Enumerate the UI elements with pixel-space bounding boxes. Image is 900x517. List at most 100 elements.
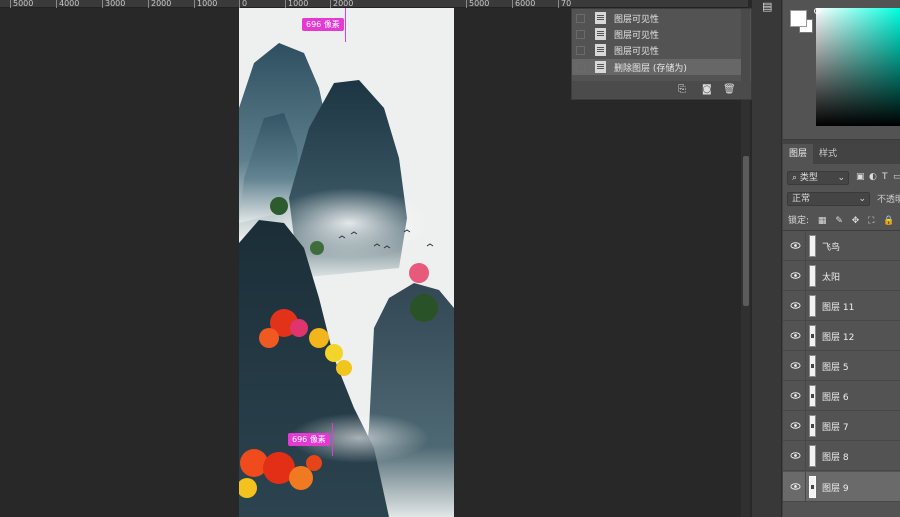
layer-row[interactable]: 图层 7 — [783, 411, 900, 441]
history-item-label: 图层可见性 — [614, 46, 660, 57]
tab-layers[interactable]: 图层 — [783, 144, 814, 164]
lock-transparent-pixels-icon[interactable]: ▦ — [818, 216, 827, 226]
layer-name: 图层 6 — [822, 393, 849, 403]
canvas-artwork[interactable] — [239, 8, 454, 517]
measure-guide-line — [345, 8, 346, 42]
ruler-tick: 5000 — [466, 0, 489, 8]
trash-icon[interactable]: 🗑 — [723, 84, 736, 95]
blend-mode-value: 正常 — [792, 194, 811, 204]
layer-separator — [805, 231, 806, 261]
chevron-down-icon: ⌄ — [837, 173, 845, 183]
ruler-tick: 2000 — [148, 0, 171, 8]
panel-icon[interactable]: ▤ — [762, 0, 772, 13]
layer-name: 图层 8 — [822, 453, 849, 463]
visibility-eye-icon[interactable] — [790, 450, 801, 461]
visibility-eye-icon[interactable] — [790, 270, 801, 281]
layer-thumbnail — [809, 235, 816, 257]
history-snapshot-checkbox[interactable] — [576, 13, 585, 23]
history-state-icon — [595, 12, 606, 24]
visibility-eye-icon[interactable] — [790, 300, 801, 311]
layer-thumbnail — [809, 325, 816, 347]
visibility-eye-icon[interactable] — [790, 240, 801, 251]
layer-thumbnail — [809, 265, 816, 287]
visibility-eye-icon[interactable] — [790, 390, 801, 401]
history-item-label: 删除图层 (存储为) — [614, 63, 687, 74]
layer-row-selected[interactable]: 图层 9 — [783, 472, 900, 502]
history-panel: 图层可见性 图层可见性 图层可见性 删除图层 (存储为) ⎘ ◙ 🗑 — [571, 8, 752, 100]
color-picker-cursor[interactable] — [814, 8, 820, 14]
layer-name: 图层 9 — [822, 484, 849, 494]
foreground-color-swatch[interactable] — [790, 10, 807, 27]
visibility-eye-icon[interactable] — [790, 420, 801, 431]
camera-icon[interactable]: ◙ — [702, 84, 712, 95]
layer-name: 飞鸟 — [822, 243, 841, 253]
history-state-icon — [595, 28, 606, 40]
history-item-selected[interactable]: 删除图层 (存储为) — [572, 59, 742, 75]
ruler-tick: 2000 — [330, 0, 353, 8]
visibility-eye-icon[interactable] — [790, 481, 801, 492]
history-snapshot-checkbox[interactable] — [576, 45, 585, 55]
history-footer: ⎘ ◙ 🗑 — [572, 81, 751, 99]
shape-filter-icon[interactable]: ▭ — [893, 172, 900, 182]
scrollbar-thumb[interactable] — [743, 156, 749, 306]
measure-label-bottom: 696 像素 — [288, 433, 330, 446]
layer-separator — [805, 291, 806, 321]
measure-label-top: 696 像素 — [302, 18, 344, 31]
history-snapshot-checkbox[interactable] — [576, 62, 585, 72]
layer-name: 图层 7 — [822, 423, 849, 433]
pixel-filter-icon[interactable]: ▣ — [856, 172, 865, 182]
lock-label: 锁定: — [788, 216, 810, 226]
layer-row[interactable]: 太阳 — [783, 261, 900, 291]
layer-separator — [805, 472, 806, 502]
layer-row[interactable]: 图层 6 — [783, 381, 900, 411]
blend-mode-select[interactable]: 正常 ⌄ — [787, 192, 870, 206]
lock-artboard-icon[interactable]: ⛶ — [868, 216, 874, 226]
search-icon: ⌕ — [792, 173, 798, 183]
layer-row[interactable]: 图层 8 — [783, 441, 900, 471]
history-snapshot-checkbox[interactable] — [576, 29, 585, 39]
layer-filter-select[interactable]: ⌕ 类型 ⌄ — [787, 171, 849, 185]
tab-styles[interactable]: 样式 — [813, 144, 843, 164]
color-picker-field[interactable] — [816, 8, 900, 126]
visibility-eye-icon[interactable] — [790, 360, 801, 371]
history-scrollbar[interactable] — [741, 9, 750, 81]
layer-row[interactable]: 飞鸟 — [783, 231, 900, 261]
history-state-icon — [595, 44, 606, 56]
visibility-eye-icon[interactable] — [790, 330, 801, 341]
new-document-from-state-icon[interactable]: ⎘ — [678, 84, 686, 95]
layer-row[interactable]: 图层 5 — [783, 351, 900, 381]
layer-thumbnail — [809, 415, 816, 437]
layer-thumbnail — [809, 385, 816, 407]
horizontal-ruler[interactable]: 5000 4000 3000 2000 1000 0 1000 2000 500… — [0, 0, 748, 8]
history-item[interactable]: 图层可见性 — [572, 10, 742, 26]
layer-separator — [805, 381, 806, 411]
ruler-tick: 1000 — [285, 0, 308, 8]
layer-thumbnail — [809, 445, 816, 467]
layer-row[interactable]: 图层 12 — [783, 321, 900, 351]
landscape-painting — [239, 8, 454, 517]
lock-image-pixels-icon[interactable]: ✎ — [835, 216, 843, 226]
lock-all-icon[interactable]: 🔒 — [883, 216, 894, 226]
type-filter-icon[interactable]: T — [882, 172, 888, 182]
history-state-icon — [595, 61, 606, 73]
layer-separator — [805, 441, 806, 471]
lock-controls: 锁定: ▦ ✎ ✥ ⛶ 🔒 — [788, 213, 900, 226]
opacity-label: 不透明 — [877, 195, 900, 205]
history-item[interactable]: 图层可见性 — [572, 42, 742, 58]
adjustment-filter-icon[interactable]: ◐ — [869, 172, 877, 182]
lock-position-icon[interactable]: ✥ — [852, 216, 860, 226]
layer-row[interactable]: 图层 11 — [783, 291, 900, 321]
collapsed-panel-strip — [752, 0, 782, 517]
photoshop-workspace: 5000 4000 3000 2000 1000 0 1000 2000 500… — [0, 0, 900, 517]
history-item[interactable]: 图层可见性 — [572, 26, 742, 42]
ruler-tick: 0 — [239, 0, 247, 8]
layer-name: 图层 12 — [822, 333, 855, 343]
history-item-label: 图层可见性 — [614, 30, 660, 41]
layer-separator — [805, 321, 806, 351]
layer-separator — [805, 351, 806, 381]
layer-name: 图层 5 — [822, 363, 849, 373]
ruler-tick: 5000 — [10, 0, 33, 8]
chevron-down-icon: ⌄ — [858, 194, 866, 204]
ruler-tick: 4000 — [56, 0, 79, 8]
layer-name: 图层 11 — [822, 303, 855, 313]
